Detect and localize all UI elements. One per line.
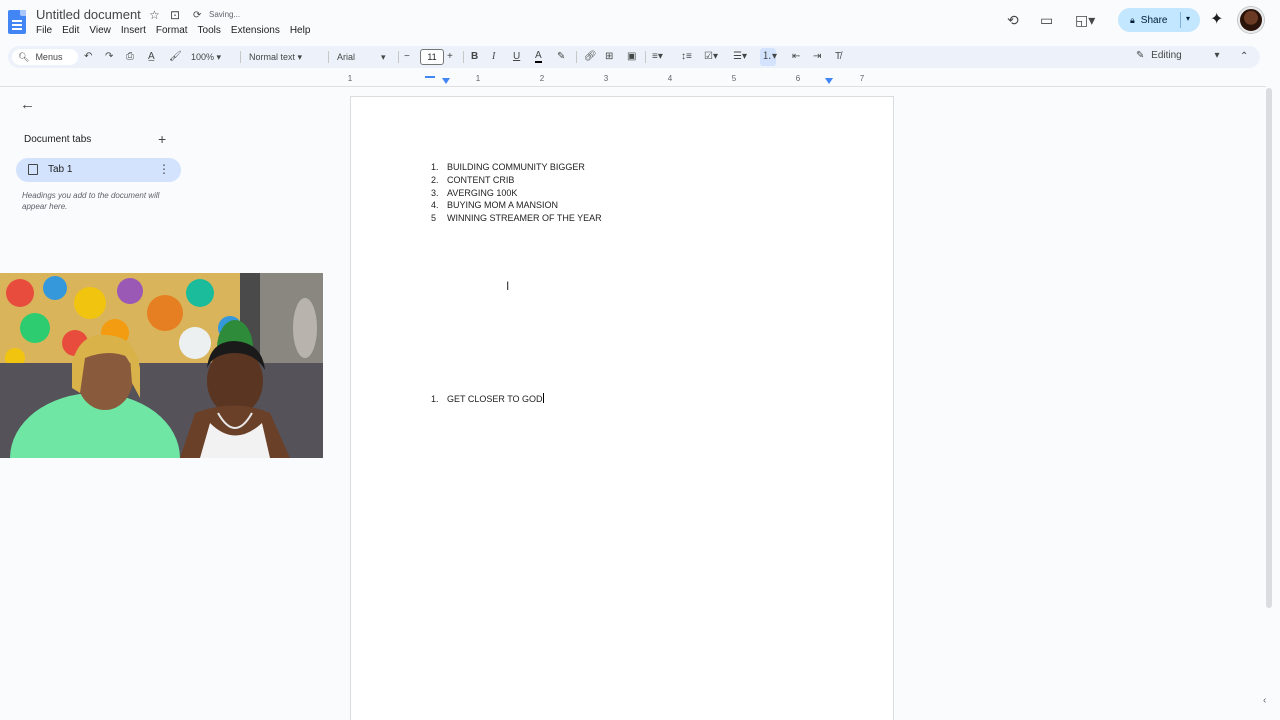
version-history-icon[interactable]: ⟲ xyxy=(1007,12,1019,29)
font-size-input[interactable]: 11 xyxy=(420,49,444,65)
first-line-indent-handle[interactable] xyxy=(425,76,435,78)
formatting-toolbar: 🔍︎ Menus ↶ ↷ ⎙ A̲ 🖌︎ 100% ▾ Normal text … xyxy=(8,46,1260,68)
goals-list: 1. BUILDING COMMUNITY BIGGER 2. CONTENT CR… xyxy=(431,161,602,225)
document-title[interactable]: Untitled document xyxy=(36,7,141,22)
list-item[interactable]: 2. CONTENT CRIB xyxy=(431,174,602,187)
save-status: Saving... xyxy=(209,10,241,19)
list-item[interactable]: 4. BUYING MOM A MANSION xyxy=(431,199,602,212)
undo-icon[interactable]: ↶ xyxy=(84,50,92,64)
zoom-value: 100% xyxy=(191,52,215,62)
account-avatar[interactable] xyxy=(1238,7,1264,33)
menu-file[interactable]: File xyxy=(36,25,52,36)
text-color-icon[interactable]: A xyxy=(535,50,542,63)
menu-extensions[interactable]: Extensions xyxy=(231,25,280,36)
underline-icon[interactable]: U xyxy=(513,50,520,64)
line-spacing-icon[interactable]: ↕≡ xyxy=(681,50,692,64)
list-item[interactable]: 3. AVERGING 100K xyxy=(431,187,602,200)
insert-image-icon[interactable]: ▣ xyxy=(627,50,636,64)
list-item[interactable]: 1. BUILDING COMMUNITY BIGGER xyxy=(431,161,602,174)
chevron-down-icon: ▾ xyxy=(1214,50,1220,61)
ruler-number: 5 xyxy=(731,74,737,83)
menu-format[interactable]: Format xyxy=(156,25,188,36)
style-select[interactable]: Normal text ▾ xyxy=(249,50,319,64)
ruler-number: 3 xyxy=(603,74,609,83)
comments-icon[interactable]: ▭ xyxy=(1040,12,1053,29)
menu-bar: File Edit View Insert Format Tools Exten… xyxy=(36,25,310,36)
editing-mode-select[interactable]: ✎ Editing ▾ xyxy=(1136,50,1220,61)
document-tabs-title: Document tabs xyxy=(24,134,92,145)
left-indent-handle[interactable] xyxy=(442,78,450,84)
redo-icon[interactable]: ↷ xyxy=(105,50,113,64)
document-tab-icon xyxy=(28,164,38,175)
font-value: Arial xyxy=(337,52,356,62)
ruler-number: 6 xyxy=(795,74,801,83)
clear-formatting-icon[interactable]: T̸ xyxy=(835,50,841,64)
sync-icon: ⟳ xyxy=(193,10,202,21)
ruler-number: 1 xyxy=(347,74,353,83)
webcam-video-frame xyxy=(0,273,323,458)
docs-logo-icon[interactable] xyxy=(8,10,26,34)
menus-search-label: Menus xyxy=(35,52,63,62)
title-bar: Untitled document ☆ ⊡ ⟳ Saving... File E… xyxy=(0,0,1280,44)
menu-insert[interactable]: Insert xyxy=(121,25,146,36)
increase-font-size-icon[interactable]: + xyxy=(447,50,453,64)
text-cursor xyxy=(542,393,544,403)
pencil-icon: ✎ xyxy=(1136,50,1145,61)
chevron-left-icon[interactable]: ‹ xyxy=(1263,695,1266,706)
search-icon: 🔍︎ xyxy=(18,51,30,62)
document-page[interactable]: 1. BUILDING COMMUNITY BIGGER 2. CONTENT CR… xyxy=(350,96,894,720)
star-icon[interactable]: ☆ xyxy=(149,8,160,22)
menu-tools[interactable]: Tools xyxy=(198,25,221,36)
font-dropdown-icon[interactable]: ▾ xyxy=(381,50,386,64)
decrease-indent-icon[interactable]: ⇤ xyxy=(792,50,800,64)
collapse-toolbar-icon[interactable]: ⌃ xyxy=(1240,50,1248,64)
move-folder-icon[interactable]: ⊡ xyxy=(170,8,180,22)
style-value: Normal text xyxy=(249,52,296,62)
tab-label: Tab 1 xyxy=(48,164,73,175)
back-arrow-icon[interactable]: ← xyxy=(20,96,35,113)
ruler-number: 4 xyxy=(667,74,673,83)
add-tab-icon[interactable]: + xyxy=(158,131,166,147)
share-button[interactable]: 🔒︎ Share ▾ xyxy=(1118,8,1200,32)
highlight-icon[interactable]: ✎ xyxy=(557,50,565,64)
menus-search[interactable]: 🔍︎ Menus xyxy=(12,49,78,65)
spellcheck-icon[interactable]: A̲ xyxy=(148,50,155,64)
align-icon[interactable]: ≡▾ xyxy=(652,50,663,64)
increase-indent-icon[interactable]: ⇥ xyxy=(813,50,821,64)
menu-edit[interactable]: Edit xyxy=(62,25,79,36)
meet-video-icon[interactable]: ◱▾ xyxy=(1075,12,1095,29)
list-item[interactable]: 5 WINNING STREAMER OF THE YEAR xyxy=(431,212,602,225)
italic-icon[interactable]: I xyxy=(492,50,495,64)
checklist-icon[interactable]: ☑▾ xyxy=(704,50,718,64)
lock-icon: 🔒︎ xyxy=(1130,14,1135,25)
paint-format-icon[interactable]: 🖌︎ xyxy=(169,50,182,64)
bulleted-list-icon[interactable]: ☰▾ xyxy=(733,50,747,64)
numbered-list-icon[interactable]: ⒈▾ xyxy=(762,50,777,64)
decrease-font-size-icon[interactable]: − xyxy=(404,50,410,64)
document-scrollbar[interactable] xyxy=(1266,88,1272,608)
gemini-icon[interactable]: ✦ xyxy=(1210,9,1223,29)
editing-mode-label: Editing xyxy=(1151,50,1182,61)
share-label: Share xyxy=(1140,14,1168,26)
menu-help[interactable]: Help xyxy=(290,25,311,36)
add-comment-icon[interactable]: ⊞ xyxy=(605,50,613,64)
tab-1[interactable]: Tab 1 ⋮ xyxy=(16,158,181,182)
right-indent-handle[interactable] xyxy=(825,78,833,84)
menu-view[interactable]: View xyxy=(89,25,111,36)
bold-icon[interactable]: B xyxy=(471,50,478,64)
ruler-number: 1 xyxy=(475,74,481,83)
more-options-icon[interactable]: ⋮ xyxy=(158,162,170,176)
ruler-number: 2 xyxy=(539,74,545,83)
ruler[interactable]: 1 1 2 3 4 5 6 7 xyxy=(347,72,894,86)
link-icon[interactable]: 🔗︎ xyxy=(584,50,597,64)
ruler-number: 7 xyxy=(859,74,865,83)
i-beam-cursor-icon: I xyxy=(506,279,510,293)
webcam-overlay xyxy=(0,273,323,458)
share-dropdown-icon[interactable]: ▾ xyxy=(1186,14,1190,23)
zoom-select[interactable]: 100% ▾ xyxy=(191,50,221,64)
list-item[interactable]: 1. GET CLOSER TO GOD xyxy=(431,393,544,406)
print-icon[interactable]: ⎙ xyxy=(126,50,134,64)
headings-hint: Headings you add to the document will ap… xyxy=(22,191,160,211)
second-list: 1. GET CLOSER TO GOD xyxy=(431,393,544,406)
